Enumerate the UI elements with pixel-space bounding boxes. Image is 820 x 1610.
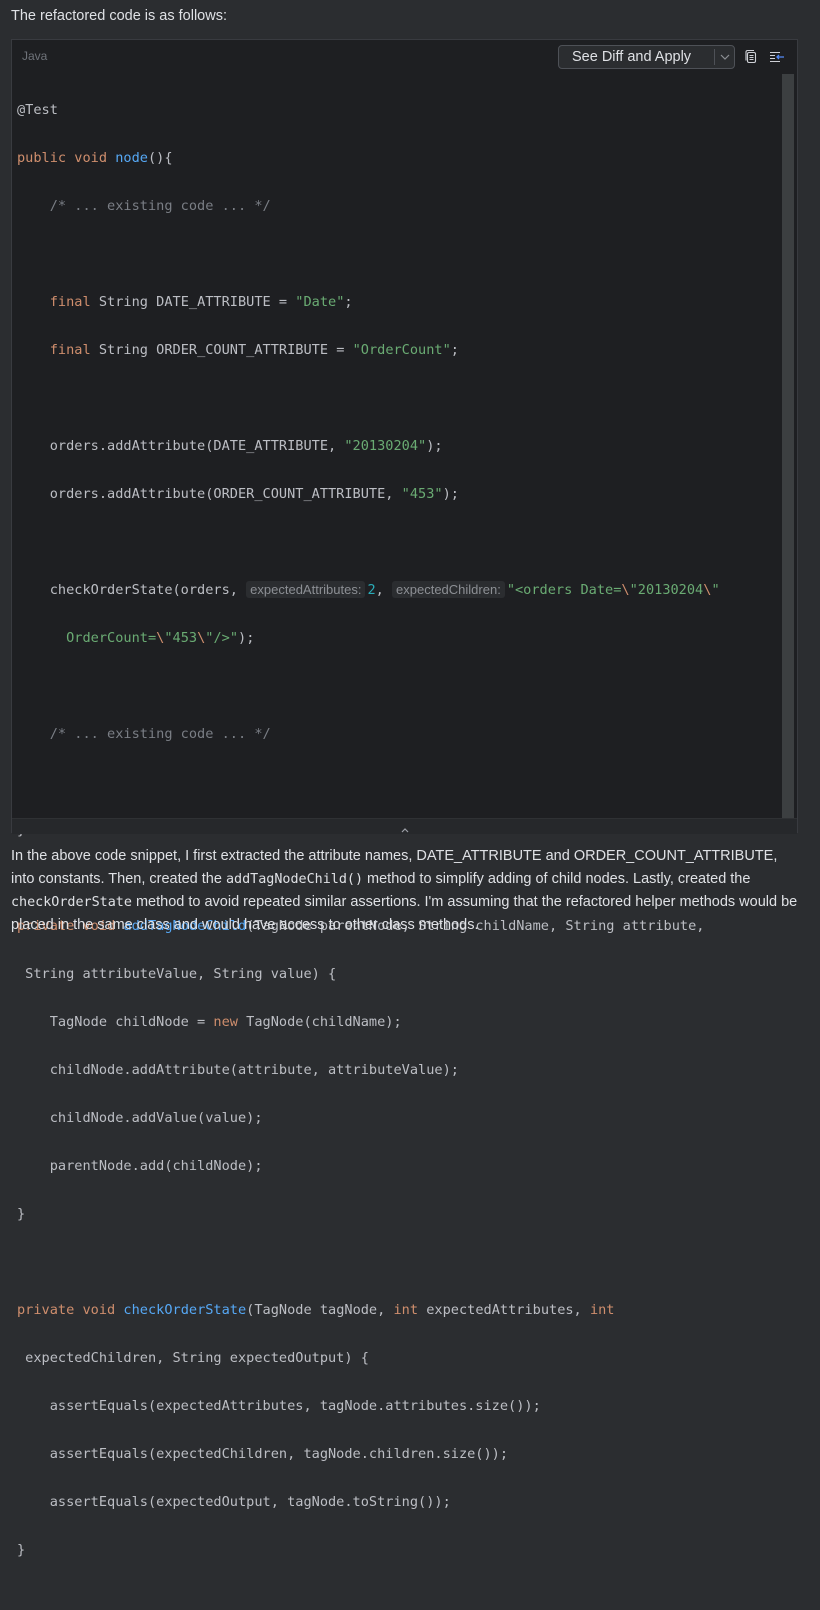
code-line: private void checkOrderState(TagNode tag… [17,1298,720,1322]
code-line: assertEquals(expectedOutput, tagNode.toS… [17,1490,720,1514]
code-line: expectedChildren, String expectedOutput)… [17,1346,720,1370]
code-text: } [17,1206,26,1222]
code-text: checkOrderState(orders, [17,582,247,598]
function-name: node [115,150,148,166]
code-text: assertEquals(expectedAttributes, tagNode… [17,1398,541,1414]
keyword: final [49,342,91,358]
code-line: String attributeValue, String value) { [17,962,720,986]
keyword: public void [17,150,116,166]
code-block: Java See Diff and Apply @Test public voi… [11,39,798,1558]
code-text: assertEquals(expectedOutput, tagNode.toS… [17,1494,451,1510]
code-line: TagNode childNode = new TagNode(childNam… [17,1010,720,1034]
chevron-up-icon[interactable] [400,821,410,833]
code-text: String attributeValue, String value) { [17,966,337,982]
code-line: } [17,1202,720,1226]
annotation: @Test [17,102,58,118]
copy-icon[interactable] [743,49,759,65]
code-text: expectedChildren, String expectedOutput)… [17,1350,369,1366]
string-literal: "20130204 [629,582,704,598]
see-diff-and-apply-button[interactable]: See Diff and Apply [558,45,735,69]
code-line: /* ... existing code ... */ [17,722,720,746]
keyword: final [49,294,91,310]
code-text: (){ [147,150,173,166]
code-text: TagNode(childName); [237,1014,402,1030]
code-line: checkOrderState(orders, expectedAttribut… [17,578,720,602]
code-text: ; [450,342,459,358]
comment: /* ... existing code ... */ [17,726,271,742]
escape-char: \ [621,582,630,598]
string-literal: "Date" [295,294,345,310]
collapse-bar[interactable] [12,818,797,834]
code-text: expectedAttributes, [418,1302,590,1318]
intro-text: The refactored code is as follows: [11,8,227,24]
code-line: final String DATE_ATTRIBUTE = "Date"; [17,290,720,314]
number-literal: 2 [367,582,376,598]
string-literal: "453" [401,486,443,502]
code-line: public void node(){ [17,146,720,170]
code-line: childNode.addAttribute(attribute, attrib… [17,1058,720,1082]
keyword: int [589,1302,615,1318]
code-text: ); [238,630,255,646]
string-literal: OrderCount= [17,630,157,646]
code-line: assertEquals(expectedChildren, tagNode.c… [17,1442,720,1466]
insert-at-caret-icon[interactable] [769,49,785,65]
code-text: } [17,1542,26,1558]
code-line: OrderCount=\"453\"/>"); [17,626,720,650]
code-line: assertEquals(expectedAttributes, tagNode… [17,1394,720,1418]
code-line: orders.addAttribute(ORDER_COUNT_ATTRIBUT… [17,482,720,506]
code-text: ); [442,486,459,502]
code-text: TagNode childNode = [17,1014,214,1030]
inline-code: checkOrderState [11,895,132,910]
code-text: childNode.addValue(value); [17,1110,263,1126]
string-literal: " [711,582,720,598]
inline-code: addTagNodeChild() [225,872,364,887]
code-text: orders.addAttribute(DATE_ATTRIBUTE, [17,438,345,454]
code-text: childNode.addAttribute(attribute, attrib… [17,1062,459,1078]
comment: /* ... existing code ... */ [17,198,271,214]
code-text: , [375,582,393,598]
function-name: checkOrderState [123,1302,247,1318]
string-literal: "453 [164,630,198,646]
keyword: private void [17,1302,124,1318]
code-line: orders.addAttribute(DATE_ATTRIBUTE, "201… [17,434,720,458]
code-text: parentNode.add(childNode); [17,1158,263,1174]
code-text: orders.addAttribute(ORDER_COUNT_ATTRIBUT… [17,486,402,502]
code-line: @Test [17,98,720,122]
string-literal: "OrderCount" [352,342,451,358]
string-literal: "20130204" [344,438,427,454]
code-line: final String ORDER_COUNT_ATTRIBUTE = "Or… [17,338,720,362]
code-text: String DATE_ATTRIBUTE = [90,294,296,310]
explanation-part: method to simplify adding of child nodes… [363,871,751,887]
vertical-scrollbar[interactable] [782,74,794,818]
language-label: Java [22,49,48,63]
chevron-down-icon[interactable] [715,54,734,60]
code-content: @Test public void node(){ /* ... existin… [17,74,720,1610]
apply-button-label: See Diff and Apply [572,49,692,65]
code-text: ); [426,438,443,454]
parameter-hint: expectedAttributes: [246,581,366,598]
explanation-text: In the above code snippet, I first extra… [11,845,801,937]
keyword: int [393,1302,419,1318]
keyword: new [213,1014,238,1030]
code-line: childNode.addValue(value); [17,1106,720,1130]
string-literal: "/>" [205,630,239,646]
code-line: } [17,1538,720,1562]
parameter-hint: expectedChildren: [392,581,505,598]
code-line: parentNode.add(childNode); [17,1154,720,1178]
code-line: /* ... existing code ... */ [17,194,720,218]
code-text: String ORDER_COUNT_ATTRIBUTE = [90,342,353,358]
string-literal: "<orders Date= [506,582,622,598]
code-text: ; [344,294,353,310]
code-text: (TagNode tagNode, [246,1302,394,1318]
code-text: assertEquals(expectedChildren, tagNode.c… [17,1446,509,1462]
